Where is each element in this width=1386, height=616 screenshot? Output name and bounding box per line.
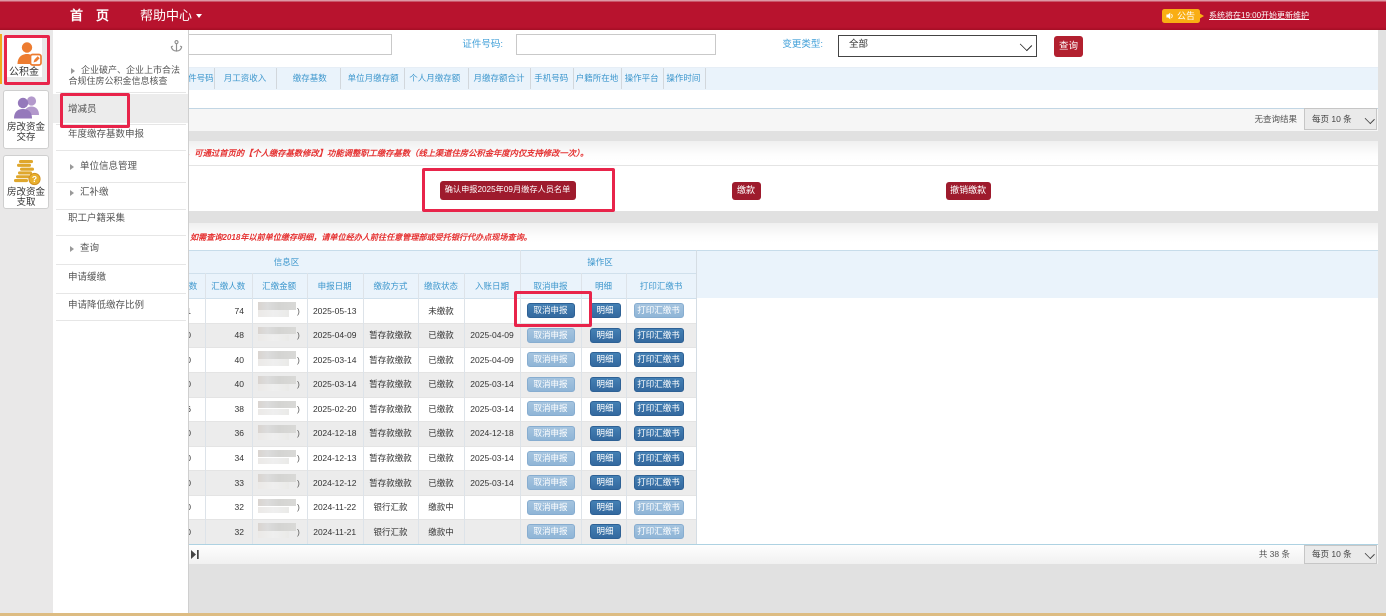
svg-text:?: ? bbox=[32, 174, 37, 184]
